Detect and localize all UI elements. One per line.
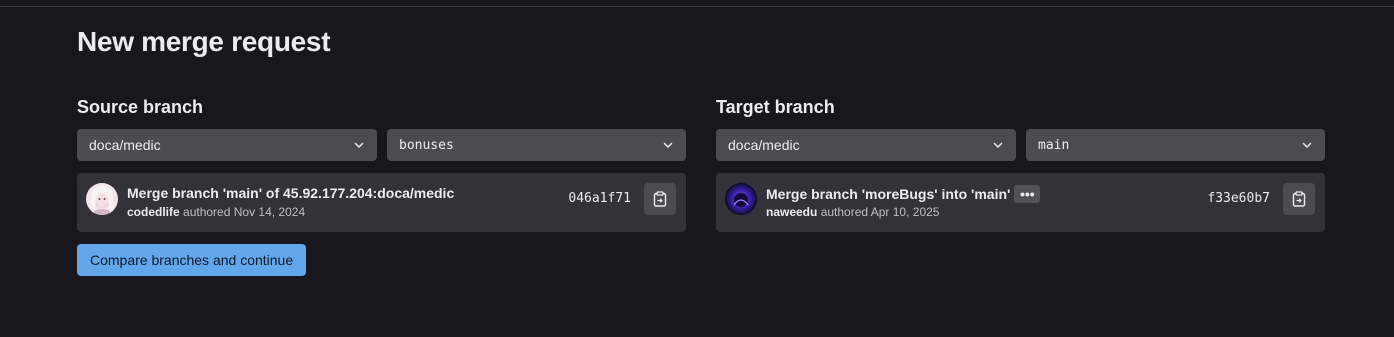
commit-sha[interactable]: f33e60b7 bbox=[1207, 191, 1270, 207]
commit-author-link[interactable]: codedlife bbox=[127, 205, 180, 219]
source-selects: doca/medic bonuses bbox=[77, 129, 686, 161]
source-branch-dropdown[interactable]: bonuses bbox=[387, 129, 686, 161]
target-branch-section: Target branch doca/medic main Merge bran… bbox=[716, 94, 1325, 232]
target-project-dropdown[interactable]: doca/medic bbox=[716, 129, 1016, 161]
copy-to-clipboard-icon bbox=[1292, 191, 1306, 207]
chevron-down-icon bbox=[993, 142, 1003, 148]
commit-message: Merge branch 'moreBugs' into 'main' bbox=[766, 186, 1011, 202]
chevron-down-icon bbox=[663, 142, 673, 148]
avatar[interactable] bbox=[86, 183, 118, 215]
source-commit-card: Merge branch 'main' of 45.92.177.204:doc… bbox=[77, 173, 686, 232]
commit-author-link[interactable]: naweedu bbox=[766, 205, 817, 219]
top-divider bbox=[0, 6, 1394, 7]
source-commit-title[interactable]: Merge branch 'main' of 45.92.177.204:doc… bbox=[127, 185, 454, 201]
target-selects: doca/medic main bbox=[716, 129, 1325, 161]
target-project-value: doca/medic bbox=[728, 137, 800, 153]
chevron-down-icon bbox=[354, 142, 364, 148]
expand-description-button[interactable]: ••• bbox=[1014, 185, 1041, 203]
commit-sha[interactable]: 046a1f71 bbox=[568, 191, 631, 207]
target-branch-dropdown[interactable]: main bbox=[1026, 129, 1325, 161]
commit-authored-date: authored Apr 10, 2025 bbox=[820, 205, 940, 219]
commit-authored-date: authored Nov 14, 2024 bbox=[183, 205, 306, 219]
source-branch-value: bonuses bbox=[399, 137, 454, 153]
copy-to-clipboard-icon bbox=[653, 191, 667, 207]
chevron-down-icon bbox=[1302, 142, 1312, 148]
avatar[interactable] bbox=[725, 183, 757, 215]
source-project-dropdown[interactable]: doca/medic bbox=[77, 129, 377, 161]
compare-branches-button[interactable]: Compare branches and continue bbox=[77, 244, 307, 276]
source-branch-heading: Source branch bbox=[77, 97, 204, 117]
target-branch-value: main bbox=[1038, 137, 1070, 153]
page-title: New merge request bbox=[77, 26, 331, 57]
commit-message: Merge branch 'main' of 45.92.177.204:doc… bbox=[127, 185, 455, 201]
source-commit-meta: codedlife authored Nov 14, 2024 bbox=[127, 205, 305, 219]
target-commit-title[interactable]: Merge branch 'moreBugs' into 'main' ••• bbox=[766, 185, 1041, 203]
copy-sha-button[interactable] bbox=[644, 183, 676, 215]
target-branch-heading: Target branch bbox=[716, 97, 835, 117]
source-branch-section: Source branch doca/medic bonuses Merge b… bbox=[77, 94, 686, 232]
copy-sha-button[interactable] bbox=[1283, 183, 1315, 215]
source-project-value: doca/medic bbox=[89, 137, 161, 153]
target-commit-meta: naweedu authored Apr 10, 2025 bbox=[766, 205, 939, 219]
target-commit-card: Merge branch 'moreBugs' into 'main' ••• … bbox=[716, 173, 1325, 232]
